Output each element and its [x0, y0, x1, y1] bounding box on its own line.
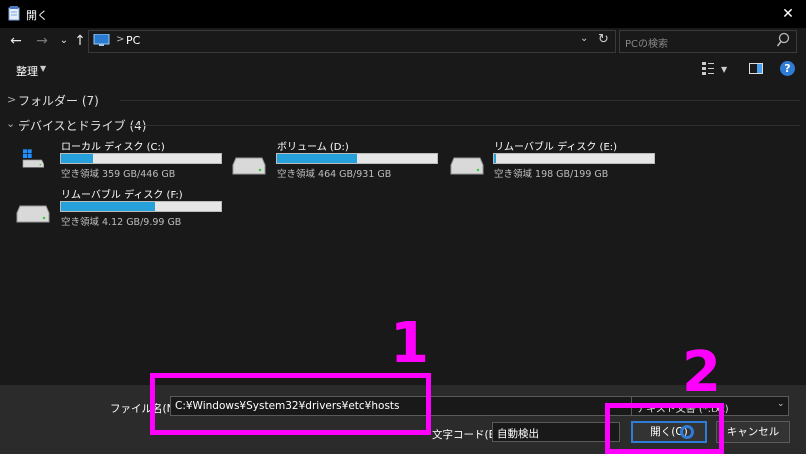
preview-pane-icon[interactable] — [749, 63, 763, 74]
pc-icon — [93, 34, 110, 46]
drive-free-space: 空き領域 464 GB/931 GB — [277, 169, 392, 180]
view-chevron-down-icon[interactable]: ▼ — [721, 65, 727, 74]
drive-free-space: 空き領域 198 GB/199 GB — [494, 169, 609, 180]
recent-locations-button[interactable]: ⌄ — [56, 32, 72, 50]
breadcrumb-pc[interactable]: PC — [126, 34, 140, 47]
chevron-down-icon[interactable]: ⌄ — [6, 117, 15, 130]
encoding-select[interactable]: 自動検出 — [492, 422, 620, 442]
up-button[interactable]: ↑ — [72, 32, 88, 50]
drive-usage-fill — [61, 154, 93, 163]
removable-drive-icon — [16, 205, 50, 223]
annotation-number-2: 2 — [682, 340, 721, 405]
help-icon[interactable]: ? — [780, 61, 795, 76]
address-dropdown-button[interactable]: ⌄ — [580, 33, 588, 44]
group-header-devices[interactable]: デバイスとドライブ (4) — [18, 117, 146, 134]
drive-usage-fill — [61, 202, 156, 211]
close-button[interactable]: ✕ — [770, 0, 806, 28]
refresh-button[interactable]: ↻ — [598, 32, 609, 47]
chevron-down-icon: ▼ — [40, 64, 47, 73]
drive-free-space: 空き領域 359 GB/446 GB — [61, 169, 176, 180]
drive-usage-bar — [60, 153, 222, 164]
group-header-folders[interactable]: フォルダー (7) — [18, 92, 99, 109]
drive-name: リムーバブル ディスク (F:) — [61, 190, 183, 201]
forward-button[interactable]: → — [34, 32, 50, 50]
annotation-highlight-1 — [150, 373, 431, 435]
address-bar[interactable] — [88, 30, 616, 53]
search-icon[interactable] — [776, 32, 790, 48]
drive-usage-fill — [277, 154, 357, 163]
group-divider — [130, 125, 800, 126]
drive-usage-bar — [276, 153, 438, 164]
drive-usage-bar — [60, 201, 222, 212]
hard-drive-icon — [232, 157, 266, 175]
system-drive-icon — [22, 149, 44, 168]
drive-free-space: 空き領域 4.12 GB/9.99 GB — [61, 217, 182, 228]
drive-name: ボリューム (D:) — [277, 142, 349, 153]
title-bar — [0, 0, 806, 28]
cancel-button[interactable]: キャンセル — [716, 421, 790, 443]
removable-drive-icon — [450, 157, 484, 175]
notepad-icon — [8, 6, 20, 21]
annotation-highlight-2 — [605, 403, 724, 454]
back-button[interactable]: ← — [8, 32, 24, 50]
group-divider — [120, 100, 800, 101]
organize-button[interactable]: 整理 — [16, 63, 38, 79]
chevron-right-icon[interactable]: > — [7, 93, 16, 106]
view-options-icon[interactable] — [702, 62, 714, 76]
chevron-down-icon[interactable]: ⌄ — [777, 399, 785, 409]
drive-usage-bar — [493, 153, 655, 164]
drive-name: ローカル ディスク (C:) — [61, 142, 165, 153]
drive-name: リムーバブル ディスク (E:) — [494, 142, 618, 153]
breadcrumb-separator: > — [116, 34, 125, 45]
toolbar — [0, 57, 806, 83]
search-placeholder: PCの検索 — [625, 39, 669, 50]
window-title: 開く — [26, 9, 48, 22]
annotation-number-1: 1 — [390, 311, 429, 376]
drive-usage-fill — [494, 154, 496, 163]
